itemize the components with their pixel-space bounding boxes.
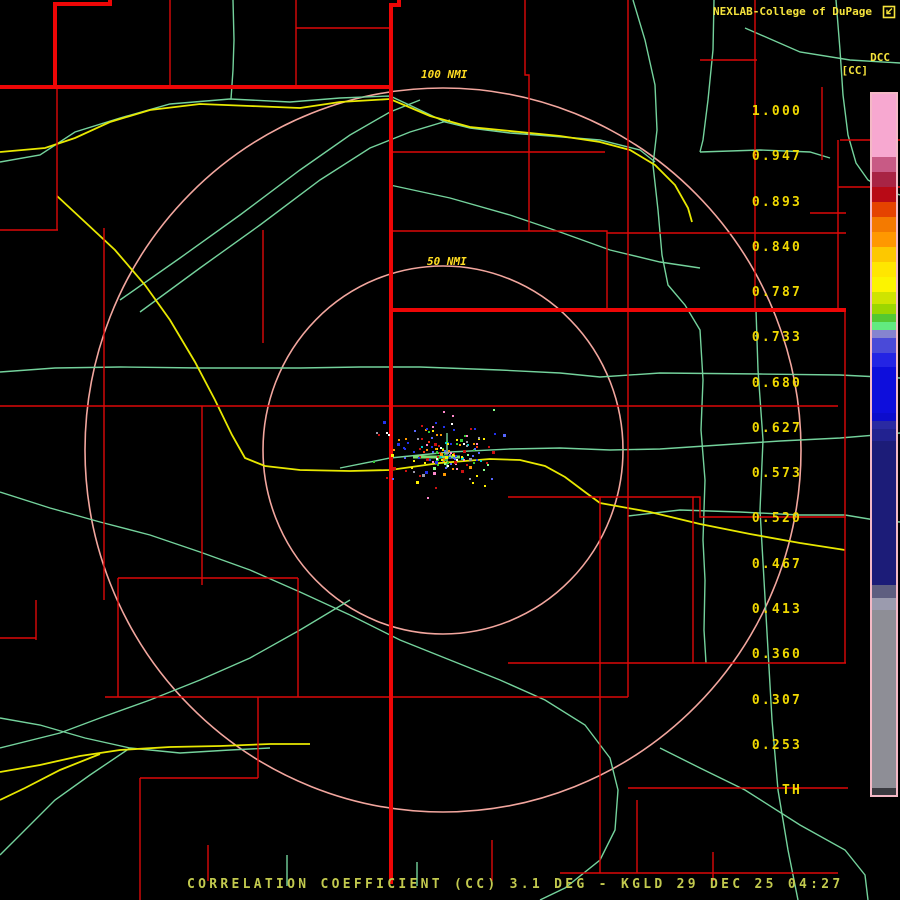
cc-scale-label: 0.893 (751, 195, 802, 210)
product-title: CORRELATION COEFFICIENT (CC) 3.1 DEG - K… (187, 877, 844, 892)
cc-scale-segment (872, 202, 896, 217)
cc-scale-label: 0.680 (751, 376, 802, 391)
cc-scale-segment (872, 304, 896, 314)
popout-icon[interactable] (882, 4, 896, 19)
cc-scale-segment (872, 187, 896, 202)
cc-scale-segment (872, 598, 896, 610)
site-brand: NEXLAB-College of DuPage (713, 5, 872, 18)
product-code: DCC (870, 51, 890, 64)
cc-scale-segment (872, 292, 896, 304)
cc-scale-segment (872, 441, 896, 585)
cc-scale-segment (872, 367, 896, 413)
state-boundary-lines (0, 0, 846, 884)
cc-scale-segment (872, 157, 896, 172)
cc-scale-segment (872, 322, 896, 330)
cc-scale-segment (872, 429, 896, 441)
cc-scale-segment (872, 94, 896, 157)
cc-scale-segment (872, 413, 896, 421)
cc-scale-label: 0.627 (751, 421, 802, 436)
cc-scale-label: 1.000 (751, 104, 802, 119)
cc-scale-label: 0.573 (751, 466, 802, 481)
cc-scale-segment (872, 314, 896, 322)
cc-color-scale (870, 92, 898, 797)
cc-scale-label: 0.253 (751, 738, 802, 753)
cc-scale-segment (872, 353, 896, 367)
cc-scale-label: 0.360 (751, 647, 802, 662)
cc-scale-label: 0.307 (751, 693, 802, 708)
cc-scale-label: 0.413 (751, 602, 802, 617)
cc-scale-label: 0.520 (751, 511, 802, 526)
cc-scale-segment (872, 421, 896, 429)
cc-scale-label: 0.733 (751, 330, 802, 345)
cc-scale-label: TH (781, 783, 802, 798)
radar-map (0, 0, 900, 900)
cc-scale-segment (872, 217, 896, 232)
cc-scale-segment (872, 610, 896, 788)
cc-scale-label: 0.947 (751, 149, 802, 164)
cc-scale-segment (872, 232, 896, 247)
cc-scale-segment (872, 277, 896, 292)
range-ring-label-50nmi: 50 NMI (427, 255, 467, 268)
cc-scale-label: 0.467 (751, 557, 802, 572)
cc-scale-segment (872, 330, 896, 338)
cc-scale-segment (872, 247, 896, 262)
cc-scale-segment (872, 585, 896, 598)
product-bracket: [CC] (841, 64, 869, 77)
cc-scale-label: 0.840 (751, 240, 802, 255)
cc-scale-segment (872, 262, 896, 277)
range-ring-label-100nmi: 100 NMI (421, 68, 468, 81)
cc-scale-segment (872, 172, 896, 187)
cc-scale-segment (872, 338, 896, 353)
highway-lines (0, 98, 846, 801)
cc-scale-segment (872, 788, 896, 795)
cc-scale-label: 0.787 (751, 285, 802, 300)
radar-viewer: 1.000 0.947 0.893 0.840 0.787 0.733 0.680 0.627… (0, 0, 900, 900)
